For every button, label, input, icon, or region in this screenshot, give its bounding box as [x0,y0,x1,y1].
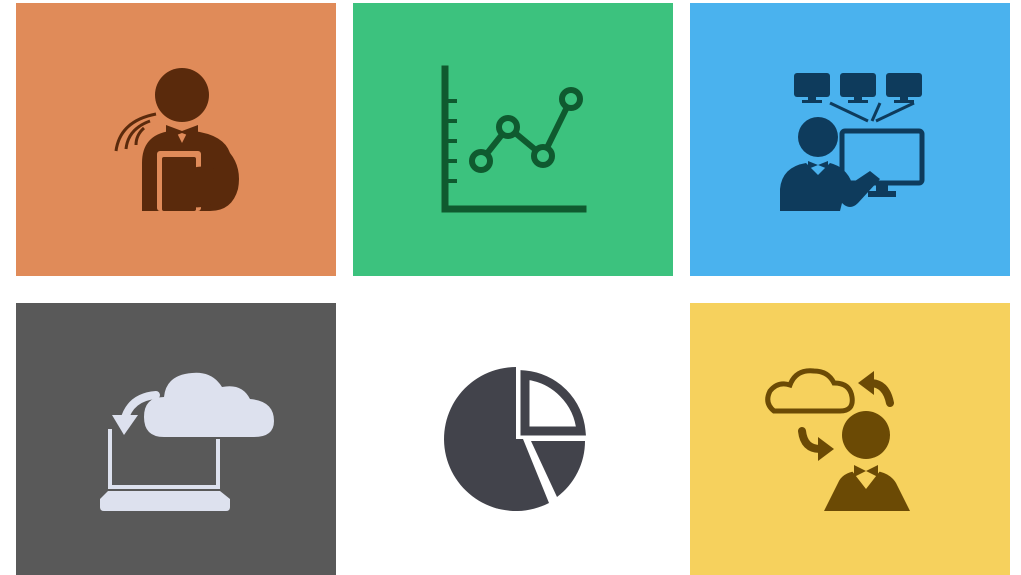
tile-waiter[interactable] [16,3,336,276]
presenter-monitors-icon [780,73,925,211]
person-cloud-sync-icon [765,368,910,511]
waiter-tablet-icon [114,68,239,211]
tile-pie-chart[interactable] [353,303,673,575]
tile-cloud-laptop[interactable] [16,303,336,575]
line-chart-icon [441,65,587,213]
laptop-cloud-download-icon [100,372,274,511]
tile-person-cloud[interactable] [690,303,1010,575]
tile-line-chart[interactable] [353,3,673,276]
pie-chart-icon [444,367,586,511]
tile-presenter[interactable] [690,3,1010,276]
